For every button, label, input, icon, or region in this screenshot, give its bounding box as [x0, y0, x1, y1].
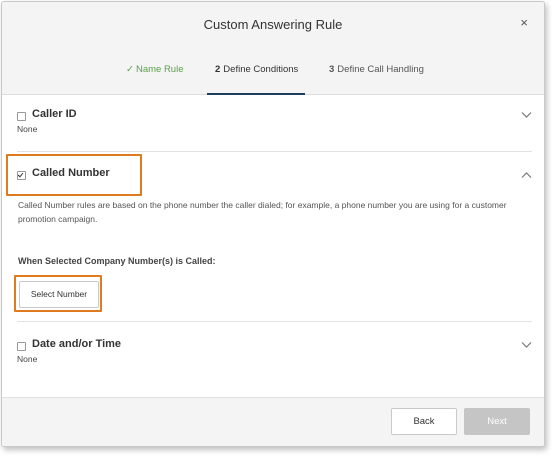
date-time-checkbox[interactable] — [17, 342, 26, 351]
step-number: 3 — [329, 64, 335, 75]
step-define-call-handling[interactable]: 3 Define Call Handling — [329, 64, 424, 75]
step-label: Name Rule — [135, 64, 184, 75]
dialog-header: Custom Answering Rule × ✓ Name Rule 2 Defi… — [2, 2, 544, 95]
step-name-rule[interactable]: ✓ Name Rule — [126, 64, 184, 75]
dialog-title: Custom Answering Rule — [203, 17, 343, 32]
date-time-section[interactable]: Date and/or Time None — [17, 336, 532, 376]
next-button[interactable]: Next — [464, 408, 530, 435]
step-number: 2 — [215, 64, 221, 75]
step-label: Define Call Handling — [337, 64, 424, 75]
date-time-label: Date and/or Time — [32, 338, 122, 350]
section-divider — [17, 321, 532, 322]
step-define-conditions[interactable]: 2 Define Conditions — [207, 64, 305, 95]
close-icon[interactable]: × — [520, 15, 528, 30]
caller-id-value: None — [17, 124, 38, 134]
custom-answering-rule-dialog: Custom Answering Rule × ✓ Name Rule 2 Defi… — [1, 1, 545, 447]
back-button[interactable]: Back — [391, 408, 457, 435]
section-divider — [17, 151, 532, 152]
called-number-description: Called Number rules are based on the pho… — [18, 200, 507, 224]
chevron-down-icon[interactable] — [521, 341, 532, 349]
date-time-value: None — [17, 354, 38, 364]
step-label: Define Conditions — [223, 64, 299, 75]
step-check-icon: ✓ — [126, 64, 134, 75]
caller-id-label: Caller ID — [32, 108, 77, 120]
called-number-highlight — [6, 154, 142, 196]
company-number-subheading: When Selected Company Number(s) is Calle… — [18, 256, 216, 266]
dialog-footer: Back Next — [2, 397, 544, 446]
caller-id-checkbox[interactable] — [17, 112, 26, 121]
chevron-down-icon[interactable] — [521, 111, 532, 119]
select-number-highlight — [14, 275, 102, 312]
caller-id-section[interactable]: Caller ID None — [17, 106, 532, 146]
chevron-up-icon[interactable] — [521, 171, 532, 179]
wizard-steps: ✓ Name Rule 2 Define Conditions 3 Define Ca… — [2, 64, 544, 95]
